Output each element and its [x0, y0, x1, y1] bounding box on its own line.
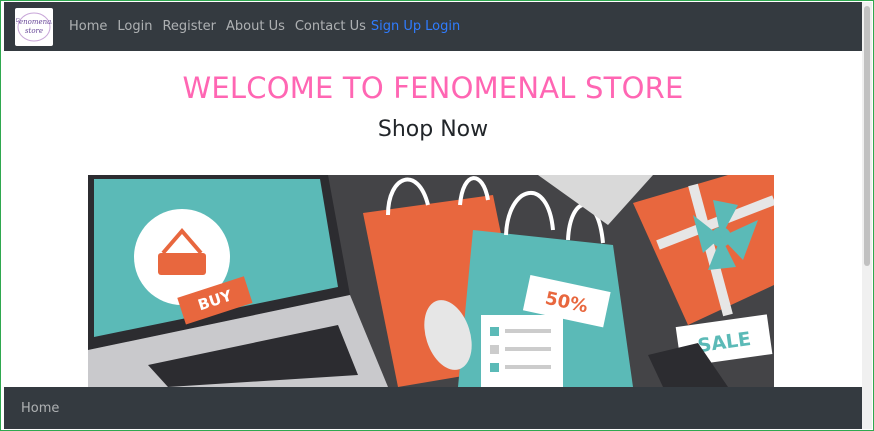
nav-link-register[interactable]: Register [162, 19, 216, 34]
brand-text-line1: Fenomenal [16, 18, 52, 26]
hero-illustration: BUY 50% SALE [88, 175, 774, 387]
receipt-illustration [481, 315, 563, 387]
nav-link-login[interactable]: Login [117, 19, 152, 34]
footer-link-home[interactable]: Home [21, 401, 59, 416]
brand-logo[interactable]: Fenomenal store [15, 7, 53, 46]
nav-link-contact[interactable]: Contact Us [295, 19, 366, 34]
nav-link-about[interactable]: About Us [226, 19, 285, 34]
brand-text-line2: store [25, 27, 43, 35]
page-subtitle: Shop Now [377, 117, 489, 142]
top-navbar: Fenomenal store Home Login Register Abou… [4, 2, 862, 51]
nav-link-home[interactable]: Home [69, 19, 107, 34]
nav-links: Home Login Register About Us Contact Us … [69, 19, 464, 34]
page-title: WELCOME TO FENOMENAL STORE [182, 71, 684, 105]
brand-logo-icon: Fenomenal store [16, 12, 52, 41]
vertical-scrollbar[interactable] [862, 2, 872, 429]
main-content: WELCOME TO FENOMENAL STORE Shop Now BUY [4, 51, 862, 387]
hero-image: BUY 50% SALE [88, 175, 774, 387]
signup-link[interactable]: Sign Up [371, 19, 421, 34]
login-link[interactable]: Login [425, 19, 460, 34]
scrollbar-thumb[interactable] [864, 6, 870, 266]
footer-bar: Home [4, 387, 862, 429]
